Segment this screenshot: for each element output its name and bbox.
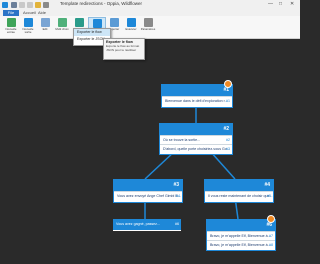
new-output-icon — [23, 18, 33, 27]
flow-node-5[interactable]: Vous avez gagné, passez... #6 — [113, 219, 181, 231]
multi-choice-icon — [57, 18, 67, 27]
new-output-button[interactable]: Nouvelle sortie — [20, 17, 36, 37]
node-row-text: Il vous reste maintenant de choisir que.… — [208, 194, 273, 198]
node-row-text: Vous avez envoyé Ange Chef Gimbl B... — [117, 194, 181, 198]
node-header[interactable]: #4 — [205, 180, 273, 191]
run-button[interactable]: Exécuter — [123, 17, 139, 37]
new-entry-icon — [6, 18, 16, 27]
node-row-text: D'abord, quelle porte choisiriez-vous Go… — [163, 147, 230, 151]
node-row-number: #3 — [226, 147, 230, 151]
redo-icon[interactable] — [27, 2, 33, 8]
run-label: Exécuter — [125, 27, 137, 31]
node-row-text: Bravo, je m'appelle Elf, Bienvenue à... — [210, 234, 271, 238]
node-row[interactable]: Vous avez envoyé Ange Chef Gimbl B... #4 — [114, 191, 182, 200]
node-row-text: Bienvenue dans le défi d'exploration r..… — [165, 99, 228, 103]
end-marker — [267, 215, 275, 223]
node-row-number: #1 — [226, 99, 230, 103]
start-marker — [224, 80, 232, 88]
maximize-icon[interactable]: □ — [279, 1, 282, 7]
tooltip-text: Exporte le flow au format JSON pour le r… — [106, 44, 140, 52]
flow-node-2[interactable]: #2 Où se trouve la sortie... #2 D'abord,… — [159, 123, 233, 155]
connector-2-3 — [144, 150, 176, 180]
multi-choice-button[interactable]: Multi choix — [54, 17, 70, 37]
node-row[interactable]: Bravo, je m'appelle Elf, Bienvenue à... … — [207, 240, 275, 249]
settings-button[interactable]: Paramètres — [140, 17, 156, 37]
tooltip: Exporter le flow Exporte le flow au form… — [103, 38, 145, 60]
node-row[interactable]: Il vous reste maintenant de choisir que.… — [205, 191, 273, 200]
flow-node-6[interactable]: #6 Bravo, je m'appelle Elf, Bienvenue à.… — [206, 219, 276, 251]
import-icon — [109, 18, 119, 27]
test-icon — [74, 18, 84, 27]
flow-node-4[interactable]: #4 Il vous reste maintenant de choisir q… — [204, 179, 274, 203]
node-row[interactable]: Vous avez gagné, passez... #6 — [113, 219, 181, 230]
edit-label: Edit — [42, 27, 48, 31]
print-icon[interactable] — [43, 2, 49, 8]
node-row[interactable]: Bravo, je m'appelle Elf, Bienvenue à... … — [207, 231, 275, 240]
node-number: #4 — [264, 182, 270, 188]
node-number: #2 — [223, 126, 229, 132]
node-header[interactable]: #1 — [162, 85, 232, 96]
app-icon — [2, 2, 8, 8]
node-row[interactable]: Bienvenue dans le défi d'exploration r..… — [162, 96, 232, 105]
node-row[interactable]: Où se trouve la sortie... #2 — [160, 135, 232, 144]
edit-icon — [40, 18, 50, 27]
node-header[interactable]: #6 — [207, 220, 275, 231]
node-number: #3 — [173, 182, 179, 188]
connector-2-4 — [209, 150, 236, 180]
minimize-icon[interactable]: — — [268, 1, 273, 7]
node-row-number: #6 — [175, 222, 179, 226]
node-row[interactable]: D'abord, quelle porte choisiriez-vous Go… — [160, 144, 232, 153]
node-header[interactable]: #3 — [114, 180, 182, 191]
node-row-number: #4 — [176, 194, 180, 198]
run-icon — [126, 18, 136, 27]
new-output-label: Nouvelle sortie — [22, 27, 34, 34]
node-header[interactable]: #2 — [160, 124, 232, 135]
undo-icon[interactable] — [19, 2, 25, 8]
settings-label: Paramètres — [140, 27, 156, 31]
export-flow-menu-item[interactable]: Exporter le flow — [74, 29, 110, 36]
node-row-number: #2 — [226, 138, 230, 142]
node-row-text: Bravo, je m'appelle Elf, Bienvenue à... — [210, 243, 271, 247]
multi-choice-label: Multi choix — [55, 27, 69, 31]
open-icon[interactable] — [35, 2, 41, 8]
gear-icon — [143, 18, 153, 27]
window-title: Template redirections - Oppia, Wildflowe… — [60, 1, 143, 6]
export-icon — [92, 19, 102, 28]
new-entry-button[interactable]: Nouvelle entrée — [3, 17, 19, 37]
node-row-number: #8 — [269, 243, 273, 247]
edit-button[interactable]: Edit — [37, 17, 53, 37]
flow-node-1[interactable]: #1 Bienvenue dans le défi d'exploration … — [161, 84, 233, 108]
node-row-number: #5 — [267, 194, 271, 198]
new-entry-label: Nouvelle entrée — [5, 27, 17, 34]
node-row-text: Vous avez gagné, passez... — [116, 222, 160, 226]
node-row-number: #7 — [269, 234, 273, 238]
flow-node-3[interactable]: #3 Vous avez envoyé Ange Chef Gimbl B...… — [113, 179, 183, 203]
save-icon[interactable] — [11, 2, 17, 8]
node-row-text: Où se trouve la sortie... — [163, 138, 201, 142]
close-icon[interactable]: ✕ — [290, 1, 294, 7]
